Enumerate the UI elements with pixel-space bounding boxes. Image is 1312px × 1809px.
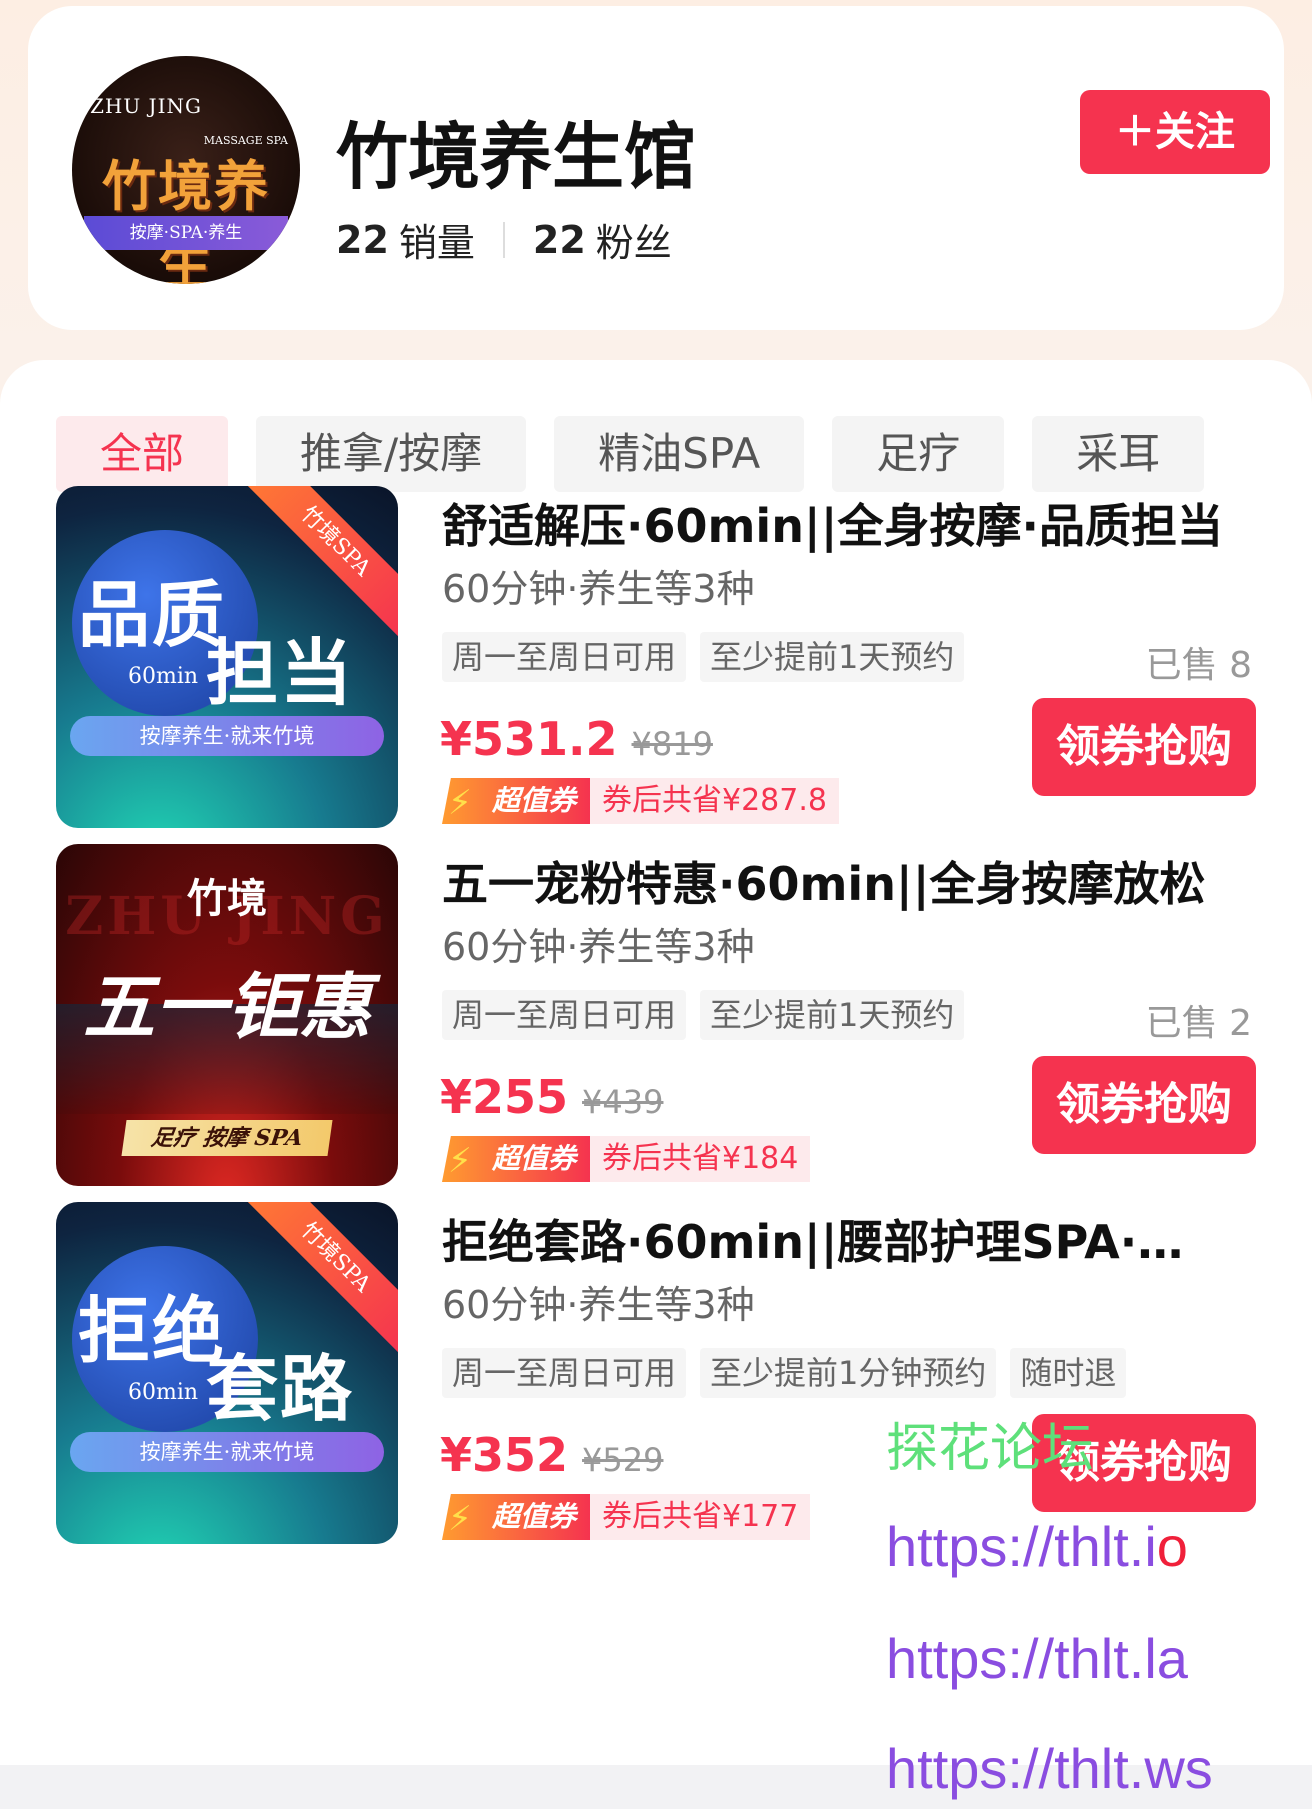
current-price: ¥531.2 [440,712,618,766]
current-price: ¥255 [440,1070,569,1124]
coupon-badge-label: 超值券 [491,1142,576,1175]
lightning-icon: ⚡ [448,1499,472,1539]
product-card[interactable]: 竹境SPA 拒绝 套路 60min 按摩养生·就来竹境 拒绝套路·60min||… [56,1202,1256,1546]
product-card[interactable]: 竹境SPA 品质 担当 60min 按摩养生·就来竹境 舒适解压·60min||… [56,486,1256,830]
thumb-word-1: 品质 [78,572,227,657]
avatar-brand-en: ZHU JING [90,94,202,118]
price-row: ¥352 ¥529 [440,1428,663,1482]
sales-count: 22 [336,217,389,262]
store-stats: 22 销量 22 粉丝 [336,212,672,267]
tag-availability: 周一至周日可用 [442,632,687,682]
tag-booking: 至少提前1分钟预约 [700,1348,997,1398]
product-card[interactable]: ZHU JING 竹境 五一钜惠 足疗 按摩 SPA 五一宠粉特惠·60min|… [56,844,1256,1188]
thumb-top: 竹境 [187,875,267,922]
product-thumbnail[interactable]: 竹境SPA 品质 担当 60min 按摩养生·就来竹境 [56,486,398,828]
tag-booking: 至少提前1天预约 [700,990,965,1040]
coupon-savings: 券后共省¥287.8 [590,778,839,824]
thumb-minutes: 60min [128,1380,199,1405]
price-row: ¥255 ¥439 [440,1070,663,1124]
original-price: ¥819 [631,725,713,763]
thumb-band: 足疗 按摩 SPA [121,1120,333,1156]
store-name: 竹境养生馆 [336,115,697,199]
coupon-badge-label: 超值券 [491,784,576,817]
watermark-forum-name: 探花论坛 [886,1420,1095,1478]
tab-foot-therapy[interactable]: 足疗 [832,416,1005,492]
thumb-word-1: 拒绝 [78,1288,227,1373]
original-price: ¥439 [582,1083,664,1121]
coupon-row: ⚡ 超值券 券后共省¥177 [442,1494,811,1540]
coupon-badge: ⚡ 超值券 [442,778,590,824]
product-tags: 周一至周日可用 至少提前1天预约 [442,990,978,1040]
claim-coupon-buy-button[interactable]: 领券抢购 [1032,698,1256,796]
original-price: ¥529 [582,1441,664,1479]
category-tabs: 全部 推拿/按摩 精油SPA 足疗 采耳 [56,416,1232,492]
product-tags: 周一至周日可用 至少提前1天预约 [442,632,978,682]
thumb-minutes: 60min [128,664,199,689]
watermark-url-1-tail: o [1156,1515,1188,1578]
coupon-row: ⚡ 超值券 券后共省¥184 [442,1136,811,1182]
lightning-icon: ⚡ [448,783,472,823]
sold-count: 已售 2 [1145,1003,1252,1044]
watermark-url-1-main: https://thlt.i [886,1515,1157,1578]
follow-button[interactable]: ＋关注 [1080,90,1270,174]
coupon-savings: 券后共省¥184 [590,1136,811,1182]
claim-coupon-buy-button[interactable]: 领券抢购 [1032,1056,1256,1154]
coupon-savings: 券后共省¥177 [590,1494,811,1540]
tab-massage[interactable]: 推拿/按摩 [256,416,527,492]
coupon-badge-label: 超值券 [491,1500,576,1533]
price-row: ¥531.2 ¥819 [440,712,713,766]
coupon-badge: ⚡ 超值券 [442,1494,590,1540]
avatar-brand-band: 按摩·SPA·养生 [84,216,288,250]
store-avatar[interactable]: ZHU JING MASSAGE SPA 竹境养生 按摩·SPA·养生 [72,56,300,284]
tab-ear-cleaning[interactable]: 采耳 [1032,416,1205,492]
current-price: ¥352 [440,1428,569,1482]
tab-oil-spa[interactable]: 精油SPA [554,416,805,492]
product-thumbnail[interactable]: ZHU JING 竹境 五一钜惠 足疗 按摩 SPA [56,844,398,1186]
stats-divider [502,221,505,258]
lightning-icon: ⚡ [448,1141,472,1181]
tag-availability: 周一至周日可用 [442,990,687,1040]
product-subtitle: 60分钟·养生等3种 [442,925,755,969]
sales-label: 销量 [398,221,475,265]
product-subtitle: 60分钟·养生等3种 [442,1283,755,1327]
coupon-row: ⚡ 超值券 券后共省¥287.8 [442,778,839,824]
fans-label: 粉丝 [595,221,672,265]
product-title[interactable]: 拒绝套路·60min||腰部护理SPA·局... [442,1206,1222,1272]
product-title[interactable]: 五一宠粉特惠·60min||全身按摩放松 [442,848,1262,914]
watermark-url-3: https://thlt.ws [886,1737,1213,1800]
product-thumbnail[interactable]: 竹境SPA 拒绝 套路 60min 按摩养生·就来竹境 [56,1202,398,1544]
watermark-url-1: https://thlt.io [886,1514,1188,1579]
tag-refund: 随时退 [1010,1348,1127,1398]
coupon-badge: ⚡ 超值券 [442,1136,590,1182]
tag-availability: 周一至周日可用 [442,1348,687,1398]
thumb-word-2: 套路 [206,1346,355,1431]
thumb-slogan: 按摩养生·就来竹境 [70,1432,384,1472]
avatar-brand-main: 竹境养生 [102,154,270,284]
product-tags: 周一至周日可用 至少提前1分钟预约 随时退 [442,1348,1140,1398]
thumb-headline: 五一钜惠 [82,964,371,1049]
sold-count: 已售 8 [1145,645,1252,686]
store-header-card: ZHU JING MASSAGE SPA 竹境养生 按摩·SPA·养生 竹境养生… [28,6,1284,330]
watermark-url-2: https://thlt.la [886,1627,1188,1690]
product-subtitle: 60分钟·养生等3种 [442,567,755,611]
thumb-word-2: 担当 [206,630,355,715]
fans-count: 22 [532,217,586,262]
tab-all[interactable]: 全部 [56,416,229,492]
thumb-slogan: 按摩养生·就来竹境 [70,716,384,756]
product-title[interactable]: 舒适解压·60min||全身按摩·品质担当 [442,490,1262,556]
tag-booking: 至少提前1天预约 [700,632,965,682]
